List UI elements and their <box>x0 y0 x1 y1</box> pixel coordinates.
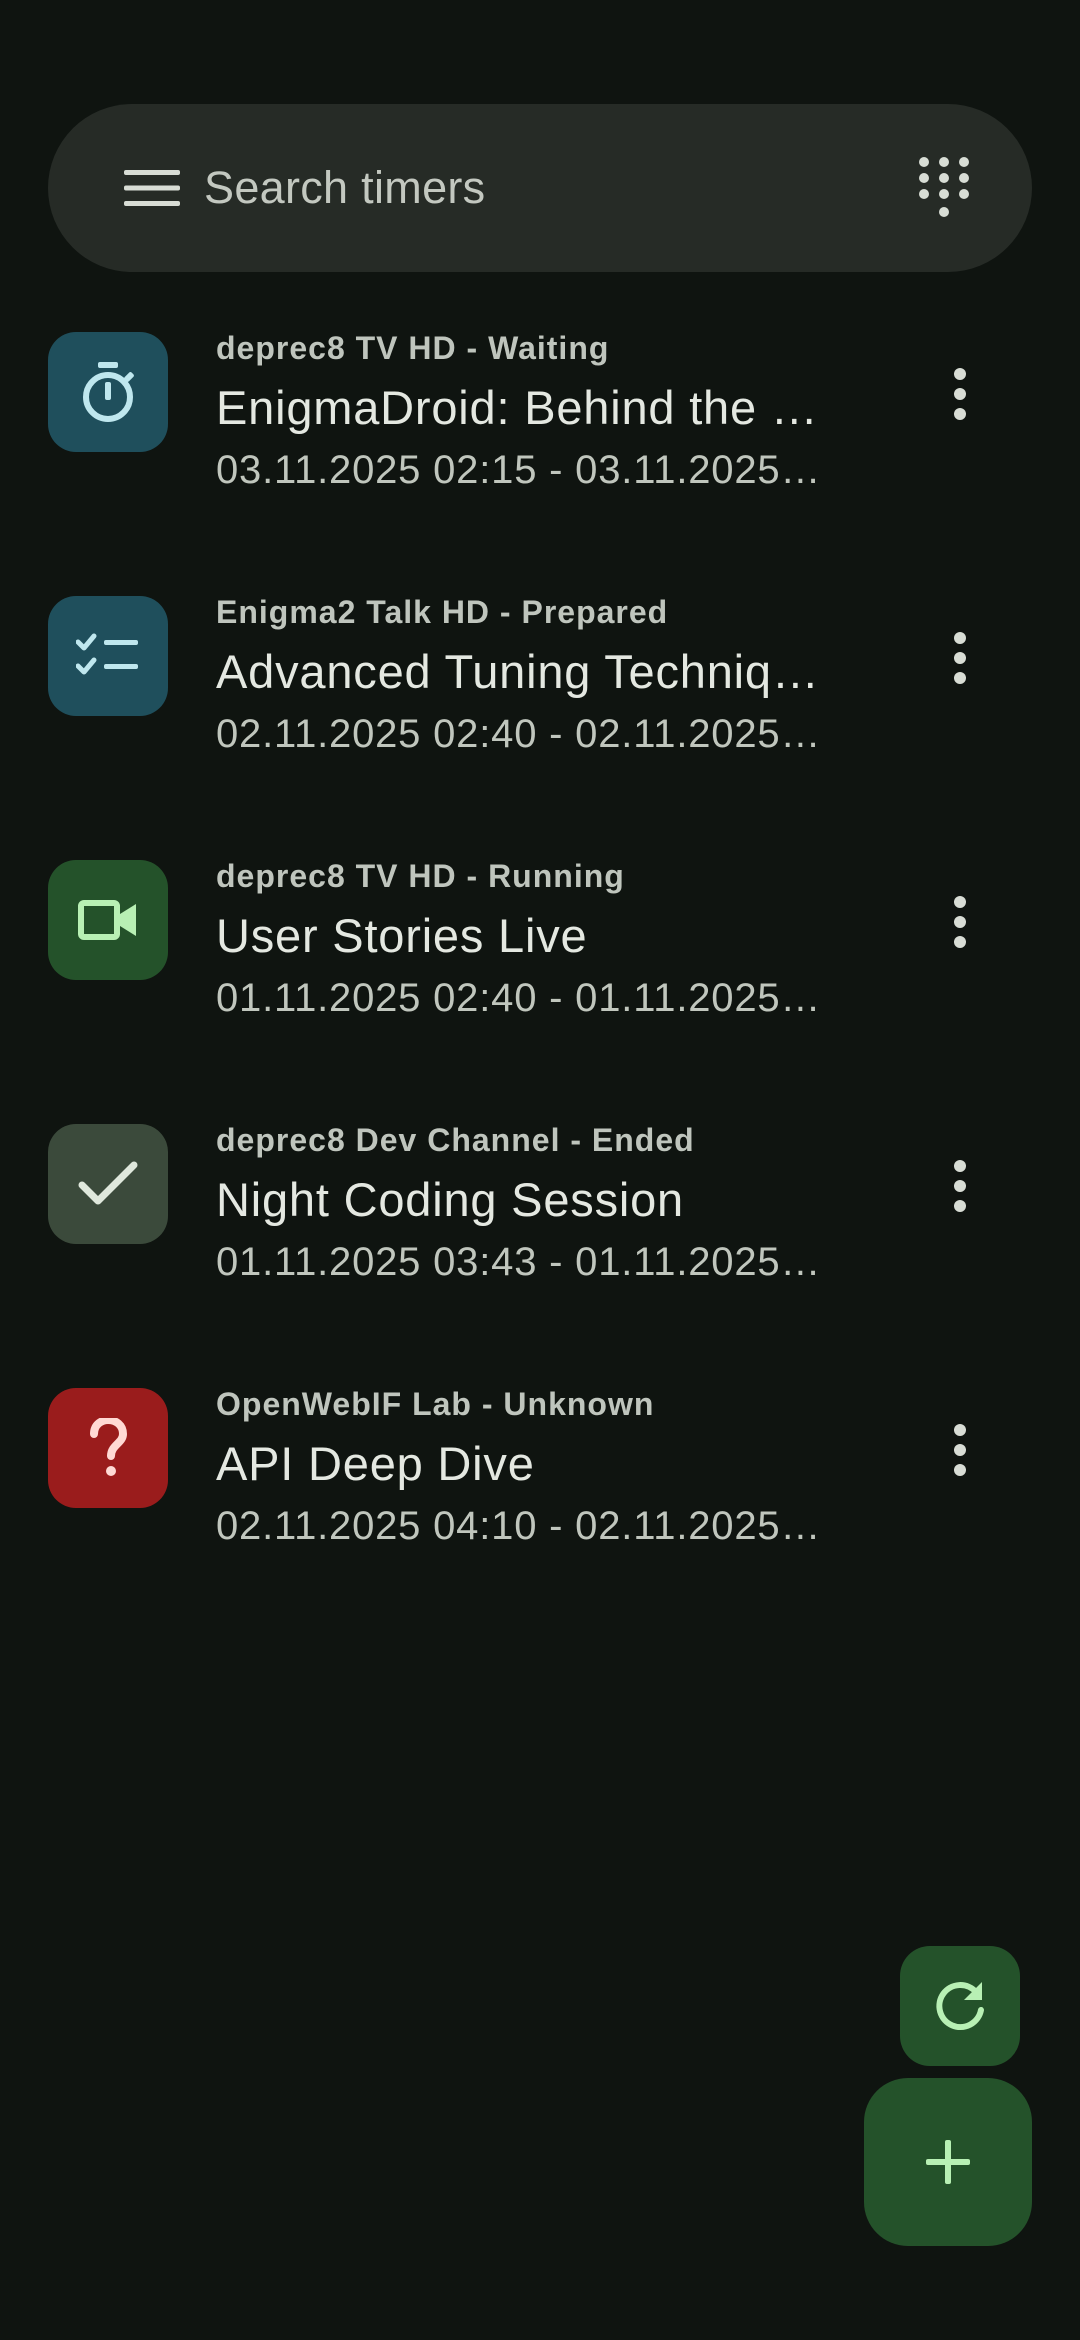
search-bar[interactable]: Search timers <box>48 104 1032 272</box>
status-ended <box>48 1124 168 1244</box>
status-unknown <box>48 1388 168 1508</box>
more-vert-icon <box>954 896 966 948</box>
add-timer-button[interactable] <box>864 2078 1032 2246</box>
timers-screen: Search timers deprec8 TV HD - Waiting En… <box>0 0 1080 2340</box>
add-icon <box>926 2140 970 2184</box>
more-vert-icon <box>954 368 966 420</box>
more-options-button[interactable] <box>910 1400 1010 1500</box>
timer-time-range: 03.11.2025 02:15 - 03.11.2025… <box>216 448 822 492</box>
menu-button[interactable] <box>100 136 204 240</box>
menu-icon <box>124 170 180 206</box>
timer-row[interactable]: Enigma2 Talk HD - Prepared Advanced Tuni… <box>0 592 1080 856</box>
timer-title: Night Coding Session <box>216 1173 684 1226</box>
timer-title: API Deep Dive <box>216 1437 535 1490</box>
timer-row[interactable]: deprec8 TV HD - Waiting EnigmaDroid: Beh… <box>0 328 1080 592</box>
timer-channel-status: deprec8 TV HD - Running <box>216 858 625 894</box>
timer-time-range: 01.11.2025 02:40 - 01.11.2025… <box>216 976 822 1020</box>
more-options-button[interactable] <box>910 1136 1010 1236</box>
question-mark-icon <box>90 1418 128 1476</box>
timer-time-range: 01.11.2025 03:43 - 01.11.2025… <box>216 1240 822 1284</box>
timer-channel-status: Enigma2 Talk HD - Prepared <box>216 594 669 630</box>
timer-list: deprec8 TV HD - Waiting EnigmaDroid: Beh… <box>0 328 1080 1648</box>
timer-title: User Stories Live <box>216 909 588 962</box>
timer-row[interactable]: deprec8 Dev Channel - Ended Night Coding… <box>0 1120 1080 1384</box>
timer-title: Advanced Tuning Techniq… <box>216 645 820 698</box>
timer-channel-status: deprec8 TV HD - Waiting <box>216 330 610 366</box>
refresh-button[interactable] <box>900 1946 1020 2066</box>
timer-row[interactable]: deprec8 TV HD - Running User Stories Liv… <box>0 856 1080 1120</box>
timer-icon <box>83 362 134 422</box>
check-icon <box>78 1161 138 1205</box>
videocam-icon <box>78 900 136 940</box>
more-options-button[interactable] <box>910 608 1010 708</box>
status-waiting <box>48 332 168 452</box>
timer-channel-status: deprec8 Dev Channel - Ended <box>216 1122 695 1158</box>
more-options-button[interactable] <box>910 872 1010 972</box>
dialpad-button[interactable] <box>894 138 994 238</box>
more-vert-icon <box>954 1160 966 1212</box>
timer-title: EnigmaDroid: Behind the … <box>216 381 819 434</box>
more-vert-icon <box>954 1424 966 1476</box>
status-running <box>48 860 168 980</box>
checklist-icon <box>76 633 138 675</box>
more-vert-icon <box>954 632 966 684</box>
timer-channel-status: OpenWebIF Lab - Unknown <box>216 1386 655 1422</box>
status-prepared <box>48 596 168 716</box>
refresh-icon <box>936 1982 984 2031</box>
timer-time-range: 02.11.2025 04:10 - 02.11.2025… <box>216 1504 822 1548</box>
dialpad-icon <box>919 157 969 217</box>
search-input[interactable]: Search timers <box>204 162 485 214</box>
more-options-button[interactable] <box>910 344 1010 444</box>
timer-row[interactable]: OpenWebIF Lab - Unknown API Deep Dive 02… <box>0 1384 1080 1648</box>
timer-time-range: 02.11.2025 02:40 - 02.11.2025… <box>216 712 822 756</box>
